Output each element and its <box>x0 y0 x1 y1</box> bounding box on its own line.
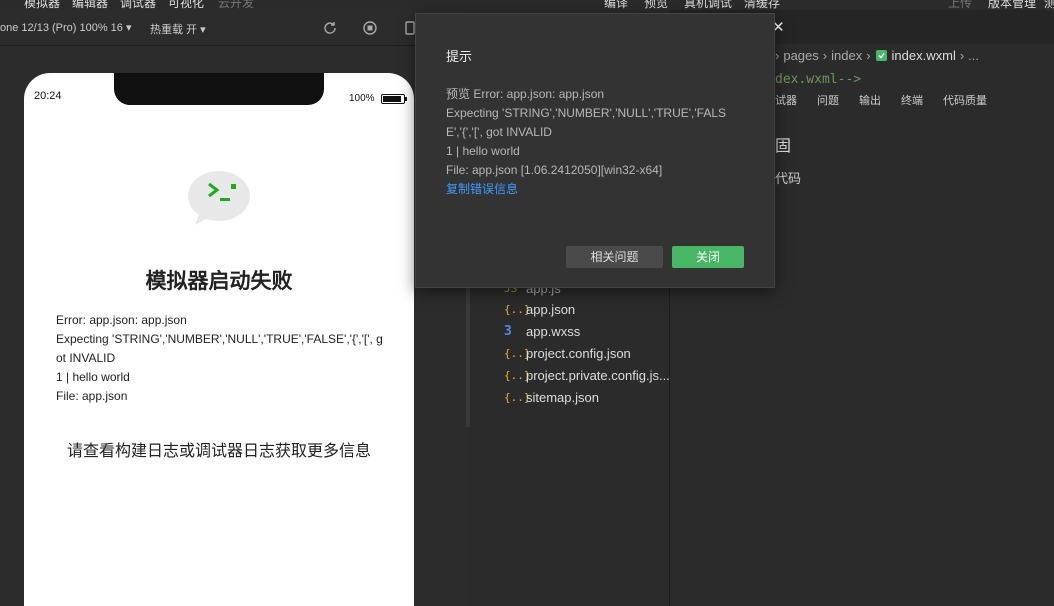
menu-visual[interactable]: 可视化 <box>168 0 204 10</box>
breadcrumb-separator: › <box>866 47 871 63</box>
menu-cloud[interactable]: 云开发 <box>218 0 254 10</box>
breadcrumb-separator: › <box>959 47 965 63</box>
file-name: app.wxss <box>526 323 581 339</box>
tab-problems[interactable]: 问题 <box>817 92 839 108</box>
file-item-app-json[interactable]: {..} app.json <box>504 299 575 319</box>
tab-output[interactable]: 输出 <box>859 92 881 108</box>
phone-error-message: Error: app.json: app.json Expecting 'STR… <box>56 311 386 406</box>
tab-terminal[interactable]: 终端 <box>901 92 923 108</box>
phone-hint-text: 请查看构建日志或调试器日志获取更多信息 <box>66 443 371 460</box>
related-issues-button[interactable]: 相关问题 <box>566 246 663 268</box>
file-name: app.json <box>526 301 576 317</box>
simulator-toolbar: one 12/13 (Pro) 100% 16 ▾ 热重载 开 ▾ <box>0 10 470 46</box>
stop-icon[interactable] <box>362 20 378 36</box>
file-item-project-private-config[interactable]: {..} project.private.config.js... <box>504 365 670 385</box>
panel-heading: 固 <box>775 138 792 155</box>
error-dialog: 提示 预览 Error: app.json: app.json Expectin… <box>415 13 775 288</box>
dialog-message-line: File: app.json [1.06.2412050][win32-x64] <box>446 163 663 177</box>
breadcrumb-separator: › <box>822 47 828 63</box>
file-item-sitemap[interactable]: {..} sitemap.json <box>504 387 599 407</box>
bottom-panel-tabs: 试器 问题 输出 终端 代码质量 <box>775 92 987 108</box>
phone-error-line: File: app.json <box>56 389 128 403</box>
menu-remote-debug[interactable]: 真机调试 <box>684 0 732 10</box>
dialog-title: 提示 <box>446 49 473 64</box>
wechat-devtools-logo-icon <box>188 171 250 225</box>
file-item-project-config[interactable]: {..} project.config.json <box>504 343 631 363</box>
json-file-icon: {..} <box>504 302 531 316</box>
phone-error-line: Error: app.json: app.json <box>56 313 187 327</box>
file-name: project.config.json <box>526 345 631 361</box>
code-comment-line[interactable]: dex.wxml--> <box>775 72 861 87</box>
phone-screen: 20:24 100% 模拟器启动失败 Error: app.json: app.… <box>24 73 414 606</box>
panel-subtext: 代码 <box>775 171 802 186</box>
close-button[interactable]: 关闭 <box>672 246 744 268</box>
top-menu-bar: 模拟器 编辑器 调试器 可视化 云开发 编译 预览 真机调试 清缓存 上传 版本… <box>0 0 1054 10</box>
menu-simulator[interactable]: 模拟器 <box>24 0 60 10</box>
menu-preview[interactable]: 预览 <box>644 0 668 10</box>
launch-failed-title: 模拟器启动失败 <box>145 270 293 293</box>
refresh-icon[interactable] <box>322 20 338 36</box>
dialog-message-line: 预览 Error: app.json: app.json <box>446 87 605 101</box>
menu-compile[interactable]: 编译 <box>604 0 628 10</box>
file-explorer: JS app.js {..} app.json 3 app.wxss {..} … <box>470 281 670 606</box>
breadcrumb-index[interactable]: index <box>831 48 862 63</box>
breadcrumb: › pages › index › index.wxml › ... <box>775 45 979 65</box>
menu-clear-cache[interactable]: 清缓存 <box>744 0 780 10</box>
hot-reload-toggle[interactable]: 热重载 开 ▾ <box>150 21 206 37</box>
status-time: 20:24 <box>34 90 62 102</box>
tab-debugger[interactable]: 试器 <box>775 92 797 108</box>
breadcrumb-separator: › <box>775 47 780 63</box>
file-name: sitemap.json <box>526 389 599 405</box>
breadcrumb-pages[interactable]: pages <box>783 48 818 63</box>
dialog-message: 预览 Error: app.json: app.json Expecting '… <box>446 85 756 199</box>
json-file-icon: {..} <box>504 346 531 360</box>
breadcrumb-file[interactable]: index.wxml <box>892 48 956 63</box>
phone-error-line: 1 | hello world <box>56 370 130 384</box>
dialog-message-line: Expecting 'STRING','NUMBER','NULL','TRUE… <box>446 106 727 139</box>
wxml-file-icon <box>875 49 887 61</box>
battery-icon <box>381 94 407 104</box>
phone-notch <box>114 73 324 105</box>
tab-code-quality[interactable]: 代码质量 <box>943 92 987 108</box>
menu-version[interactable]: 版本管理 <box>988 0 1036 10</box>
file-name: project.private.config.js... <box>526 367 670 383</box>
device-select[interactable]: one 12/13 (Pro) 100% 16 ▾ <box>0 21 132 34</box>
file-item-app-wxss[interactable]: 3 app.wxss <box>504 321 580 341</box>
dialog-message-line: 1 | hello world <box>446 144 520 158</box>
menu-test[interactable]: 测 <box>1044 0 1054 10</box>
menu-upload[interactable]: 上传 <box>948 0 972 10</box>
json-file-icon: {..} <box>504 390 531 404</box>
css-file-icon: 3 <box>504 323 512 339</box>
breadcrumb-more[interactable]: ... <box>968 48 979 63</box>
menu-editor[interactable]: 编辑器 <box>72 0 108 10</box>
menu-debugger[interactable]: 调试器 <box>120 0 156 10</box>
status-battery-percent: 100% <box>349 93 375 104</box>
phone-error-line: Expecting 'STRING','NUMBER','NULL','TRUE… <box>56 332 383 365</box>
copy-error-link[interactable]: 复制错误信息 <box>446 180 756 199</box>
json-file-icon: {..} <box>504 368 531 382</box>
